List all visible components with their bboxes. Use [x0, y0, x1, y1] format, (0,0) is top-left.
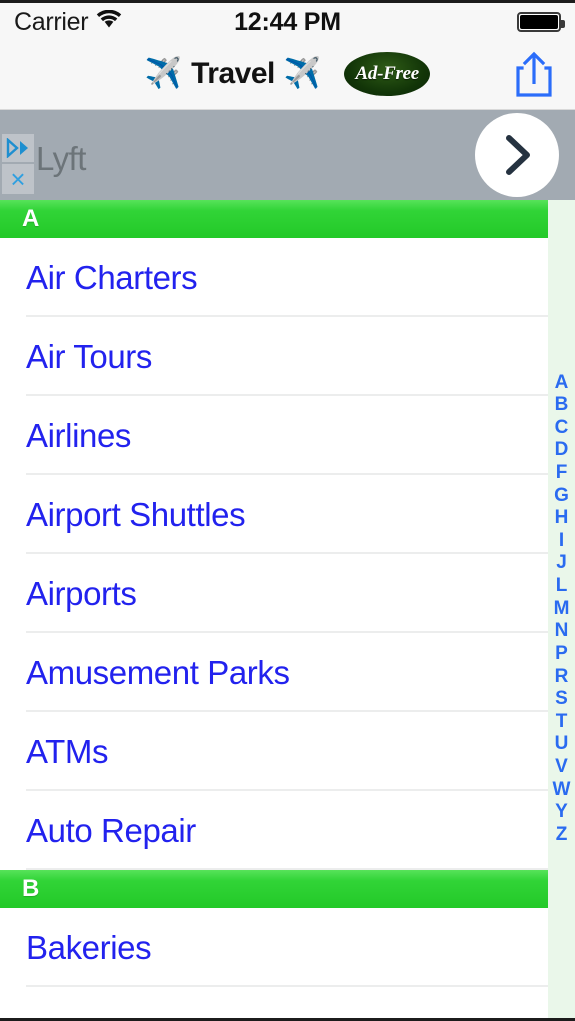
page-title: Travel [191, 56, 275, 90]
list-item-label: Air Tours [26, 337, 152, 375]
index-letter-f[interactable]: F [556, 462, 568, 485]
list-item-label: Auto Repair [26, 811, 196, 849]
share-icon [516, 51, 552, 97]
index-letter-v[interactable]: V [555, 756, 568, 779]
index-letter-g[interactable]: G [554, 485, 569, 508]
index-letter-w[interactable]: W [553, 779, 571, 802]
section-header-a: A [0, 200, 548, 238]
index-letter-i[interactable]: I [559, 530, 564, 553]
list-item[interactable]: ATMs [0, 712, 575, 791]
list-item-label: ATMs [26, 732, 109, 770]
status-bar: Carrier 12:44 PM [0, 0, 575, 38]
index-letter-s[interactable]: S [555, 688, 568, 711]
section-header-label: A [22, 205, 40, 232]
ad-free-label: Ad-Free [355, 62, 420, 84]
adchoices-icon[interactable] [2, 134, 34, 162]
index-letter-z[interactable]: Z [556, 824, 568, 847]
navigation-bar: ✈️ Travel ✈️ Ad-Free [0, 38, 575, 110]
index-letter-l[interactable]: L [556, 575, 568, 598]
index-letter-a[interactable]: A [555, 372, 569, 395]
list-item-label: Amusement Parks [26, 653, 290, 691]
ad-advertiser-label: Lyft [36, 140, 86, 177]
app-screen: Carrier 12:44 PM ✈️ Travel ✈️ Ad-Free × … [0, 0, 575, 1021]
status-bar-right [517, 3, 565, 41]
index-letter-c[interactable]: C [555, 417, 569, 440]
index-letter-u[interactable]: U [555, 733, 569, 756]
chevron-right-icon [506, 135, 530, 175]
list-item-label: Airlines [26, 416, 132, 454]
section-header-b: B [0, 870, 548, 908]
section-header-label: B [22, 875, 40, 902]
ad-free-button[interactable]: Ad-Free [344, 51, 431, 96]
list-item[interactable]: Bakeries [0, 908, 575, 987]
airplane-icon-right: ✈️ [283, 56, 322, 90]
list-item[interactable]: Airport Shuttles [0, 475, 575, 554]
index-letter-j[interactable]: J [556, 552, 567, 575]
index-letter-n[interactable]: N [555, 620, 569, 643]
category-list[interactable]: A Air Charters Air Tours Airlines Airport Sh… [0, 200, 575, 1018]
list-item[interactable]: Amusement Parks [0, 633, 575, 712]
index-letter-p[interactable]: P [555, 643, 568, 666]
list-item[interactable]: Airlines [0, 396, 575, 475]
list-item-label: Airports [26, 574, 137, 612]
list-item-label: Bakeries [26, 928, 152, 966]
ad-banner[interactable]: × Lyft [0, 110, 575, 200]
index-letter-m[interactable]: M [554, 598, 570, 621]
list-item[interactable]: Air Tours [0, 317, 575, 396]
index-letter-b[interactable]: B [555, 394, 569, 417]
list-item-label: Airport Shuttles [26, 495, 246, 533]
index-letter-y[interactable]: Y [555, 801, 568, 824]
list-item[interactable]: Auto Repair [0, 791, 575, 870]
list-item[interactable]: Air Charters [0, 238, 575, 317]
ad-close-button[interactable]: × [2, 164, 34, 194]
alphabet-index-bar[interactable]: ABCDFGHIJLMNPRSTUVWYZ [548, 200, 575, 1018]
ad-next-button[interactable] [475, 113, 559, 197]
index-letter-r[interactable]: R [555, 666, 569, 689]
index-letter-h[interactable]: H [555, 507, 569, 530]
airplane-icon-left: ✈️ [144, 56, 183, 90]
index-letter-d[interactable]: D [555, 439, 569, 462]
list-item-label: Air Charters [26, 258, 198, 296]
nav-title-group: ✈️ Travel ✈️ Ad-Free [144, 51, 431, 96]
battery-icon [517, 12, 565, 32]
share-button[interactable] [511, 48, 557, 100]
status-bar-clock: 12:44 PM [234, 7, 341, 36]
list-item[interactable]: Airports [0, 554, 575, 633]
list-body: A Air Charters Air Tours Airlines Airport Sh… [0, 200, 575, 987]
index-letter-t[interactable]: T [556, 711, 568, 734]
